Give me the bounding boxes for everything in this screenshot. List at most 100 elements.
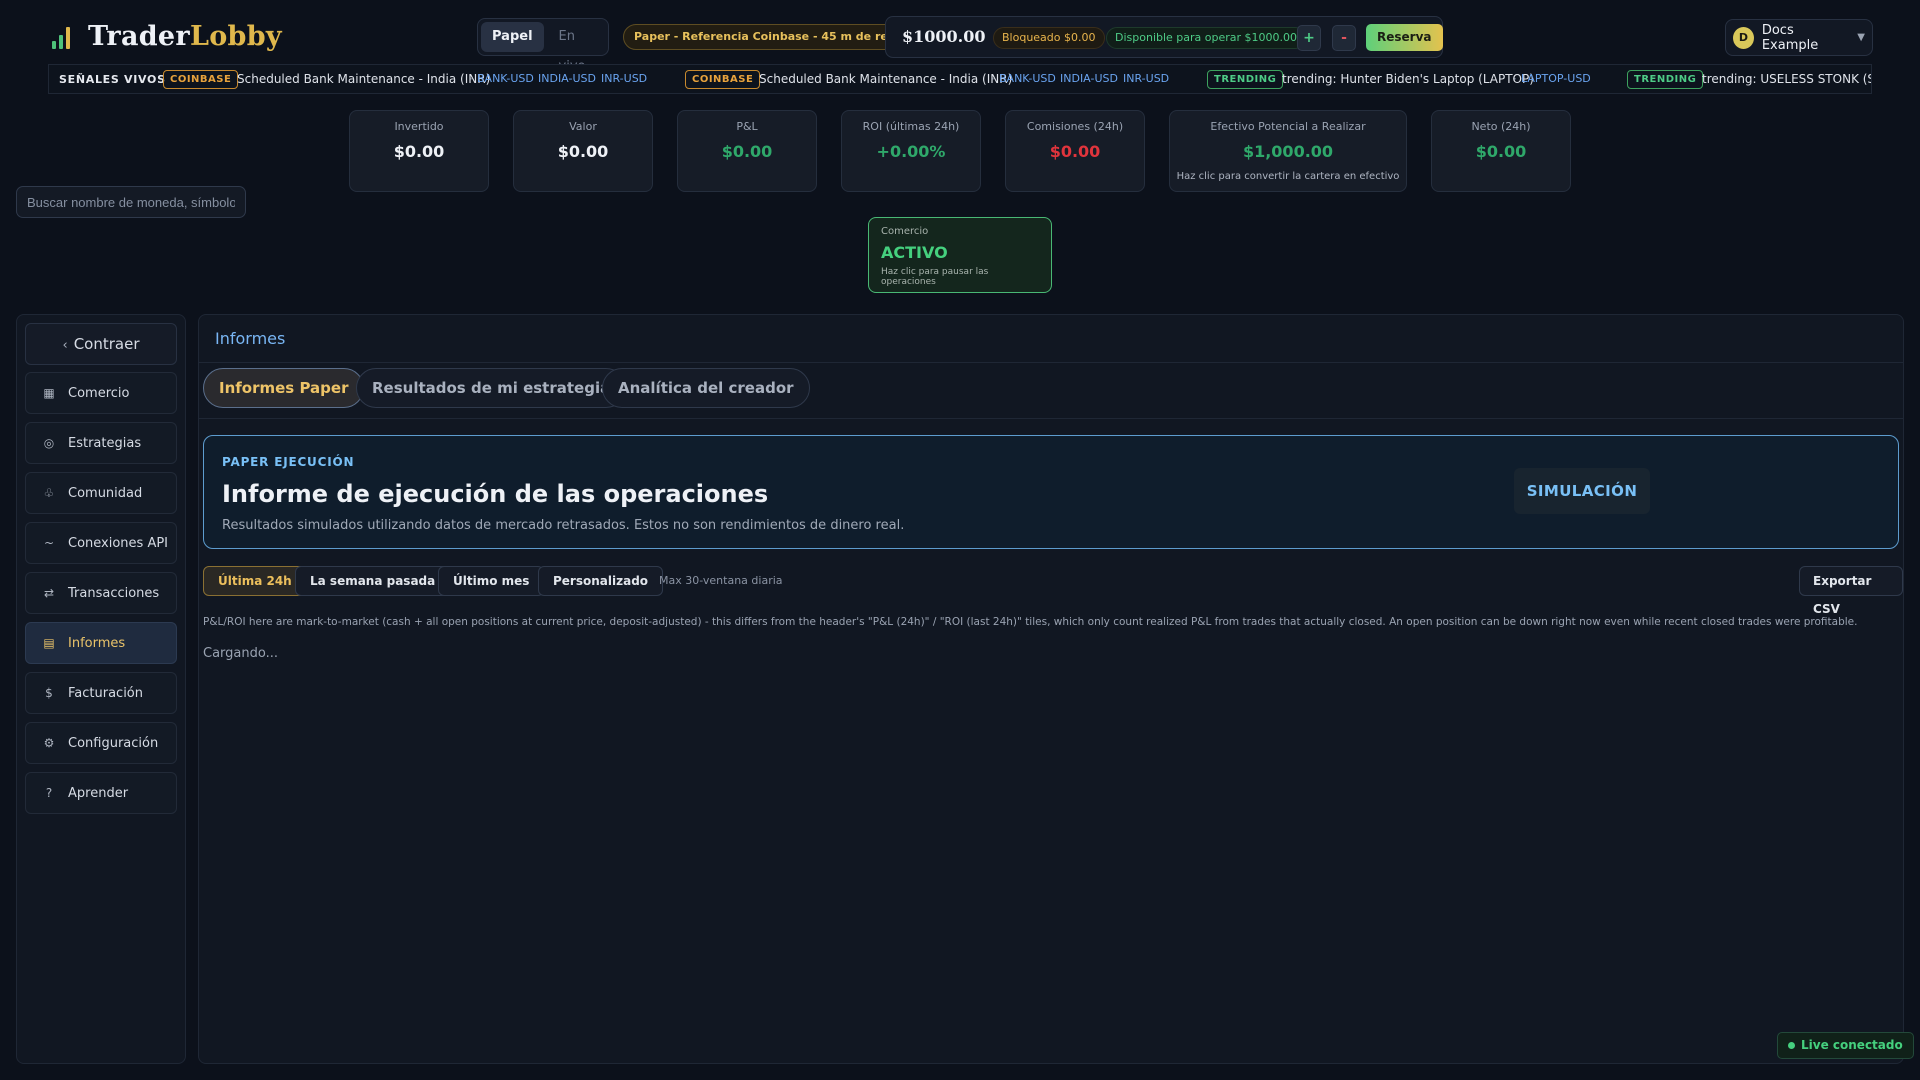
collapse-button[interactable]: ‹ Contraer [25,323,177,365]
ticker-text[interactable]: trending: USELESS STONK (STON [1702,72,1871,86]
stat-pnl: P&L $0.00 [677,110,817,192]
page-title: Informes [215,329,286,348]
ticker-tag: COINBASE [163,70,239,89]
stat-label: Efectivo Potencial a Realizar [1210,120,1366,133]
stat-roi: ROI (últimas 24h) +0.00% [841,110,981,192]
ticker-symbol[interactable]: BANK-USD [477,72,534,85]
stat-label: Neto (24h) [1471,120,1531,133]
stat-value: +0.00% [876,142,946,161]
trading-note: Haz clic para pausar las operaciones [881,267,989,287]
remove-funds-button[interactable]: - [1332,25,1356,51]
ticker-symbol[interactable]: INDIA-USD [1060,72,1118,85]
range-last-week-button[interactable]: La semana pasada [295,566,451,596]
mode-switch: Papel En vivo [477,18,609,74]
ticker-separator: · [1513,72,1517,86]
ticker-separator: · [991,72,995,86]
sidebar-item-estrategias[interactable]: ◎ Estrategias [25,422,177,464]
stat-label: ROI (últimas 24h) [862,120,960,133]
swap-icon: ⇄ [43,586,55,600]
export-csv-button[interactable]: Exportar CSV [1799,566,1903,616]
sidebar: ‹ Contraer ▦ Comercio ◎ Estrategias ♧ Comuni… [16,314,186,1064]
sidebar-item-comunidad[interactable]: ♧ Comunidad [25,472,177,514]
stat-label: P&L [736,120,758,133]
app-title-part2: Lobby [189,20,282,52]
sidebar-item-conexiones-api[interactable]: ~ Conexiones API [25,522,177,564]
sidebar-item-label: Configuración [68,735,159,751]
user-menu[interactable]: D Docs Example ▼ [1725,19,1873,56]
sidebar-item-configuracion[interactable]: ⚙ Configuración [25,722,177,764]
sidebar-item-label: Informes [68,635,126,651]
ticker-tag: COINBASE [685,70,761,89]
sidebar-item-label: Aprender [68,785,129,801]
ticker-symbol[interactable]: LAPTOP-USD [1521,72,1591,85]
sidebar-item-label: Conexiones API [68,535,169,551]
status-dot-icon [1788,1042,1795,1049]
ticker-text[interactable]: trending: Hunter Biden's Laptop (LAPTOP) [1282,72,1534,86]
stat-potential-cash[interactable]: Efectivo Potencial a Realizar $1,000.00 … [1169,110,1407,192]
stat-value-card: Valor $0.00 [513,110,653,192]
ticker-symbol[interactable]: INR-USD [601,72,647,85]
stat-value: $0.00 [557,142,609,161]
stat-label: Comisiones (24h) [1026,120,1124,133]
range-last-24h-button[interactable]: Última 24h [203,566,307,596]
stat-label: Valor [569,120,597,133]
blocked-badge: Bloqueado $0.00 [993,27,1105,49]
ticker-symbol[interactable]: INR-USD [1123,72,1169,85]
range-last-month-button[interactable]: Último mes [438,566,545,596]
search-input[interactable] [16,186,246,218]
mode-paper-button[interactable]: Papel [481,22,544,52]
sidebar-item-label: Comunidad [68,485,143,501]
stat-net: Neto (24h) $0.00 [1431,110,1571,192]
app-logo[interactable]: TraderLobby [52,18,282,54]
mode-live-button[interactable]: En vivo [548,22,605,74]
range-note: Max 30-ventana diaria [659,574,783,587]
ticker-tag: TRENDING [1627,70,1704,89]
stat-value: $1,000.00 [1242,142,1334,161]
app-title-part1: Trader [88,20,190,52]
tab-resultados-estrategia[interactable]: Resultados de mi estrategia [356,368,627,408]
live-connection-badge: Live conectado [1777,1032,1914,1059]
sidebar-item-comercio[interactable]: ▦ Comercio [25,372,177,414]
trading-label: Comercio [881,226,929,237]
range-custom-button[interactable]: Personalizado [538,566,664,596]
chevron-left-icon: ‹ [62,338,68,353]
api-icon: ~ [43,536,55,550]
reports-panel: Informes Informes Paper Resultados de mi… [198,314,1904,1064]
balance-box: $1000.00 Bloqueado $0.00 Disponible para… [885,16,1443,58]
sidebar-item-transacciones[interactable]: ⇄ Transacciones [25,572,177,614]
stat-value: $0.00 [1475,142,1527,161]
execution-report-banner: PAPER EJECUCIÓN Informe de ejecución de … [203,435,1899,549]
stat-fees: Comisiones (24h) $0.00 [1005,110,1145,192]
stat-value: $0.00 [393,142,445,161]
trading-status: ACTIVO [881,243,948,262]
ticker-symbol[interactable]: BANK-USD [999,72,1056,85]
sidebar-item-aprender[interactable]: ? Aprender [25,772,177,814]
avatar: D [1733,26,1754,49]
add-funds-button[interactable]: + [1297,25,1321,51]
divider [199,418,1903,419]
reserve-button[interactable]: Reserva [1366,24,1443,51]
chevron-down-icon: ▼ [1857,32,1865,43]
ticker-text[interactable]: Scheduled Bank Maintenance - India (INR) [759,72,1012,86]
stat-value: $0.00 [1049,142,1101,161]
stat-value: $0.00 [721,142,773,161]
dollar-icon: $ [45,686,53,700]
tab-informes-paper[interactable]: Informes Paper [203,368,365,408]
sidebar-item-label: Transacciones [68,585,160,601]
ticker-symbol[interactable]: INDIA-USD [538,72,596,85]
user-name: Docs Example [1761,22,1819,53]
target-icon: ◎ [43,436,55,450]
simulation-badge: SIMULACIÓN [1514,468,1650,514]
sidebar-item-label: Comercio [68,385,130,401]
sidebar-item-informes[interactable]: ▤ Informes [25,622,177,664]
stat-invested: Invertido $0.00 [349,110,489,192]
tab-analitica-creador[interactable]: Analítica del creador [602,368,810,408]
collapse-label: Contraer [73,335,140,353]
trading-status-card[interactable]: Comercio ACTIVO Haz clic para pausar las… [868,217,1052,293]
ticker-text[interactable]: Scheduled Bank Maintenance - India (INR) [237,72,490,86]
sidebar-item-facturacion[interactable]: $ Facturación [25,672,177,714]
banner-title: Informe de ejecución de las operaciones [222,480,769,508]
pnl-disclaimer: P&L/ROI here are mark-to-market (cash + … [203,616,1858,628]
banner-eyebrow: PAPER EJECUCIÓN [222,455,355,469]
stat-label: Invertido [394,120,444,133]
